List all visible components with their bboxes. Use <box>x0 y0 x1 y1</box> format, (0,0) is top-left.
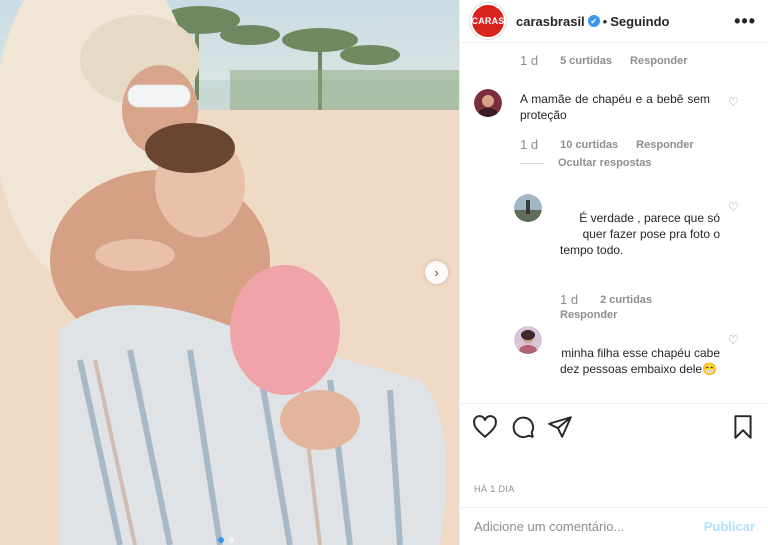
bookmark-icon[interactable] <box>730 414 756 440</box>
header-separator: • <box>602 13 608 29</box>
comment-meta: 1 d 10 curtidas Responder <box>520 137 694 152</box>
publish-button[interactable]: Publicar <box>704 519 755 534</box>
commenter-avatar[interactable] <box>474 89 502 117</box>
heart-icon[interactable] <box>472 414 498 440</box>
reply-time: 1 d <box>560 292 579 307</box>
reply-likes[interactable]: 2 curtidas <box>600 294 652 306</box>
comment-likes[interactable]: 10 curtidas <box>560 139 618 151</box>
comment-text: A mamãe de chapéu e a bebê sem proteção <box>520 92 710 122</box>
post-date[interactable]: HÁ 1 DIA <box>474 484 515 494</box>
comment-reply-button[interactable]: Responder <box>630 55 687 67</box>
replier-avatar[interactable] <box>514 194 542 222</box>
comment-input[interactable] <box>474 519 704 534</box>
comment-reply-button[interactable]: Responder <box>636 139 693 151</box>
comment-composer: Publicar <box>460 507 768 545</box>
photo-illustration <box>0 0 459 545</box>
post-header: CARAS carasbrasil ✔ • Seguindo ••• <box>460 0 768 43</box>
post-actions-bar <box>460 403 768 451</box>
carousel-dots <box>218 537 234 543</box>
verified-badge-icon: ✔ <box>587 15 600 27</box>
post-photo: › <box>0 0 459 545</box>
carousel-next-button[interactable]: › <box>425 261 448 284</box>
carousel-dot-active <box>218 537 224 543</box>
share-icon[interactable] <box>547 414 573 440</box>
reply-reply-button[interactable]: Responder <box>560 309 617 321</box>
comment-likes[interactable]: 5 curtidas <box>560 55 612 67</box>
reply-text: minha filha esse chapéu cabe dez pessoas… <box>560 346 720 376</box>
carousel-dot <box>228 537 234 543</box>
comment-time: 1 d <box>520 53 539 68</box>
comment-like-heart-icon[interactable]: ♡ <box>728 95 742 109</box>
author-avatar[interactable]: CARAS <box>470 3 506 39</box>
hide-replies-label[interactable]: Ocultar respostas <box>558 157 652 169</box>
comment-icon[interactable] <box>510 414 536 440</box>
reply-like-heart-icon[interactable]: ♡ <box>728 333 742 347</box>
reply-meta: 1 d 2 curtidas Responder <box>560 292 720 321</box>
comments-list: 1 d 5 curtidas Responder A mamãe de chap… <box>460 43 768 403</box>
more-options-icon[interactable]: ••• <box>734 11 756 32</box>
post-side-panel: CARAS carasbrasil ✔ • Seguindo ••• 1 d 5… <box>459 0 768 545</box>
following-button[interactable]: Seguindo <box>610 14 669 29</box>
hide-replies-button[interactable]: Ocultar respostas <box>520 157 652 169</box>
hide-replies-line <box>520 162 544 164</box>
comment-meta: 1 d 5 curtidas Responder <box>520 53 688 68</box>
author-username[interactable]: carasbrasil <box>516 14 585 29</box>
reply-text: É verdade , parece que só quer fazer pos… <box>560 211 720 257</box>
reply-like-heart-icon[interactable]: ♡ <box>728 200 742 214</box>
comment-time: 1 d <box>520 137 539 152</box>
replier-avatar[interactable] <box>514 326 542 354</box>
